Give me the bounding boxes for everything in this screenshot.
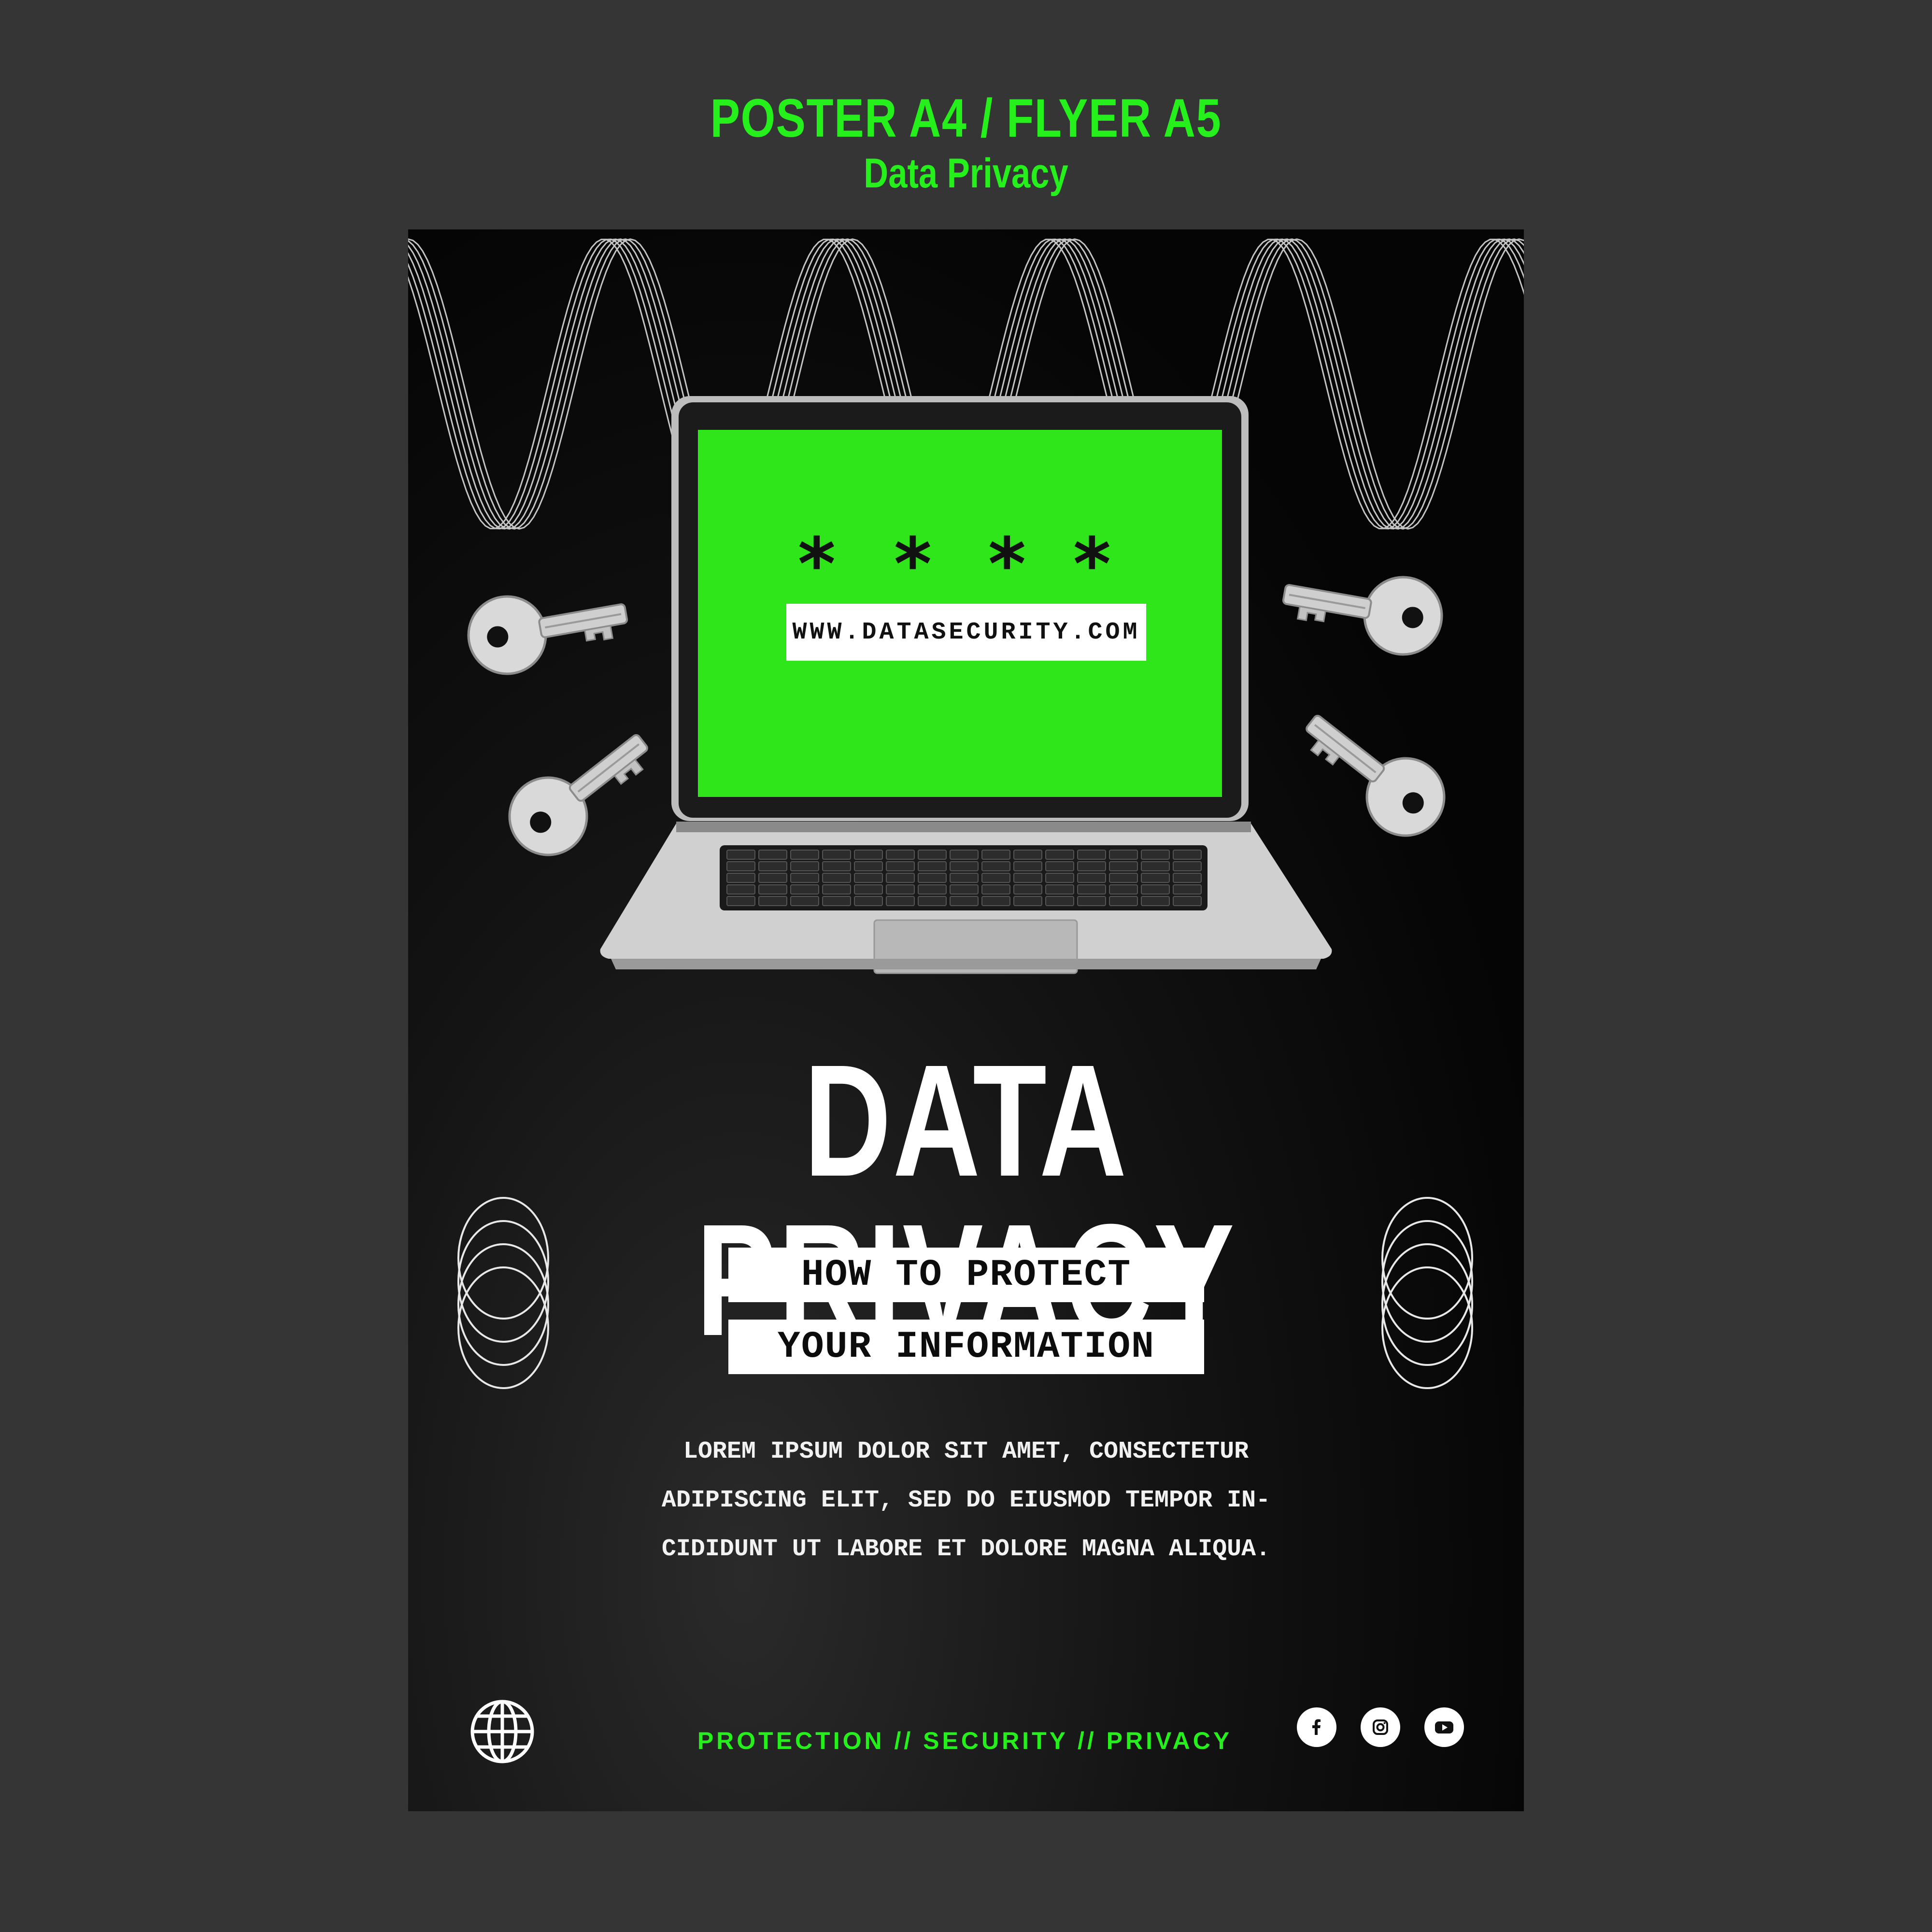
body-text: LOREM IPSUM DOLOR SIT AMET, CONSECTETUR … [601,1427,1331,1574]
youtube-icon[interactable] [1424,1707,1464,1747]
svg-text:*: * [985,523,1029,607]
body-line: ADIPISCING ELIT, SED DO EIUSMOD TEMPOR I… [661,1487,1271,1514]
svg-text:*: * [795,523,838,607]
instagram-icon[interactable] [1361,1707,1400,1747]
facebook-icon[interactable] [1297,1707,1336,1747]
rings-decoration-left [457,1197,549,1389]
svg-text:*: * [891,523,935,607]
svg-text:*: * [1070,523,1114,607]
key-icon [467,595,628,675]
subtitle-line-2: YOUR INFORMATION [728,1320,1204,1374]
rings-decoration-right [1381,1197,1473,1389]
body-line: CIDIDUNT UT LABORE ET DOLORE MAGNA ALIQU… [661,1535,1271,1563]
key-icon [1306,714,1446,837]
poster: * * * * WWW.DATASECURITY.COM DATA PRIVAC… [408,229,1524,1811]
screen-url-box: WWW.DATASECURITY.COM [786,604,1146,661]
key-icon [1282,576,1443,656]
laptop-icon [600,396,1332,974]
page-header-title: POSTER A4 / FLYER A5 [710,88,1222,148]
tagline: PROTECTION // SECURITY // PRIVACY [697,1727,1233,1754]
key-icon [508,734,648,856]
poster-title: DATA PRIVACY [696,1031,1235,1360]
globe-icon [470,1700,534,1763]
subtitle-line-1: HOW TO PROTECT [728,1248,1204,1302]
poster-graphics: * * * * [408,238,1524,1389]
body-line: LOREM IPSUM DOLOR SIT AMET, CONSECTETUR [683,1438,1249,1465]
page-header-subtitle: Data Privacy [864,150,1068,197]
